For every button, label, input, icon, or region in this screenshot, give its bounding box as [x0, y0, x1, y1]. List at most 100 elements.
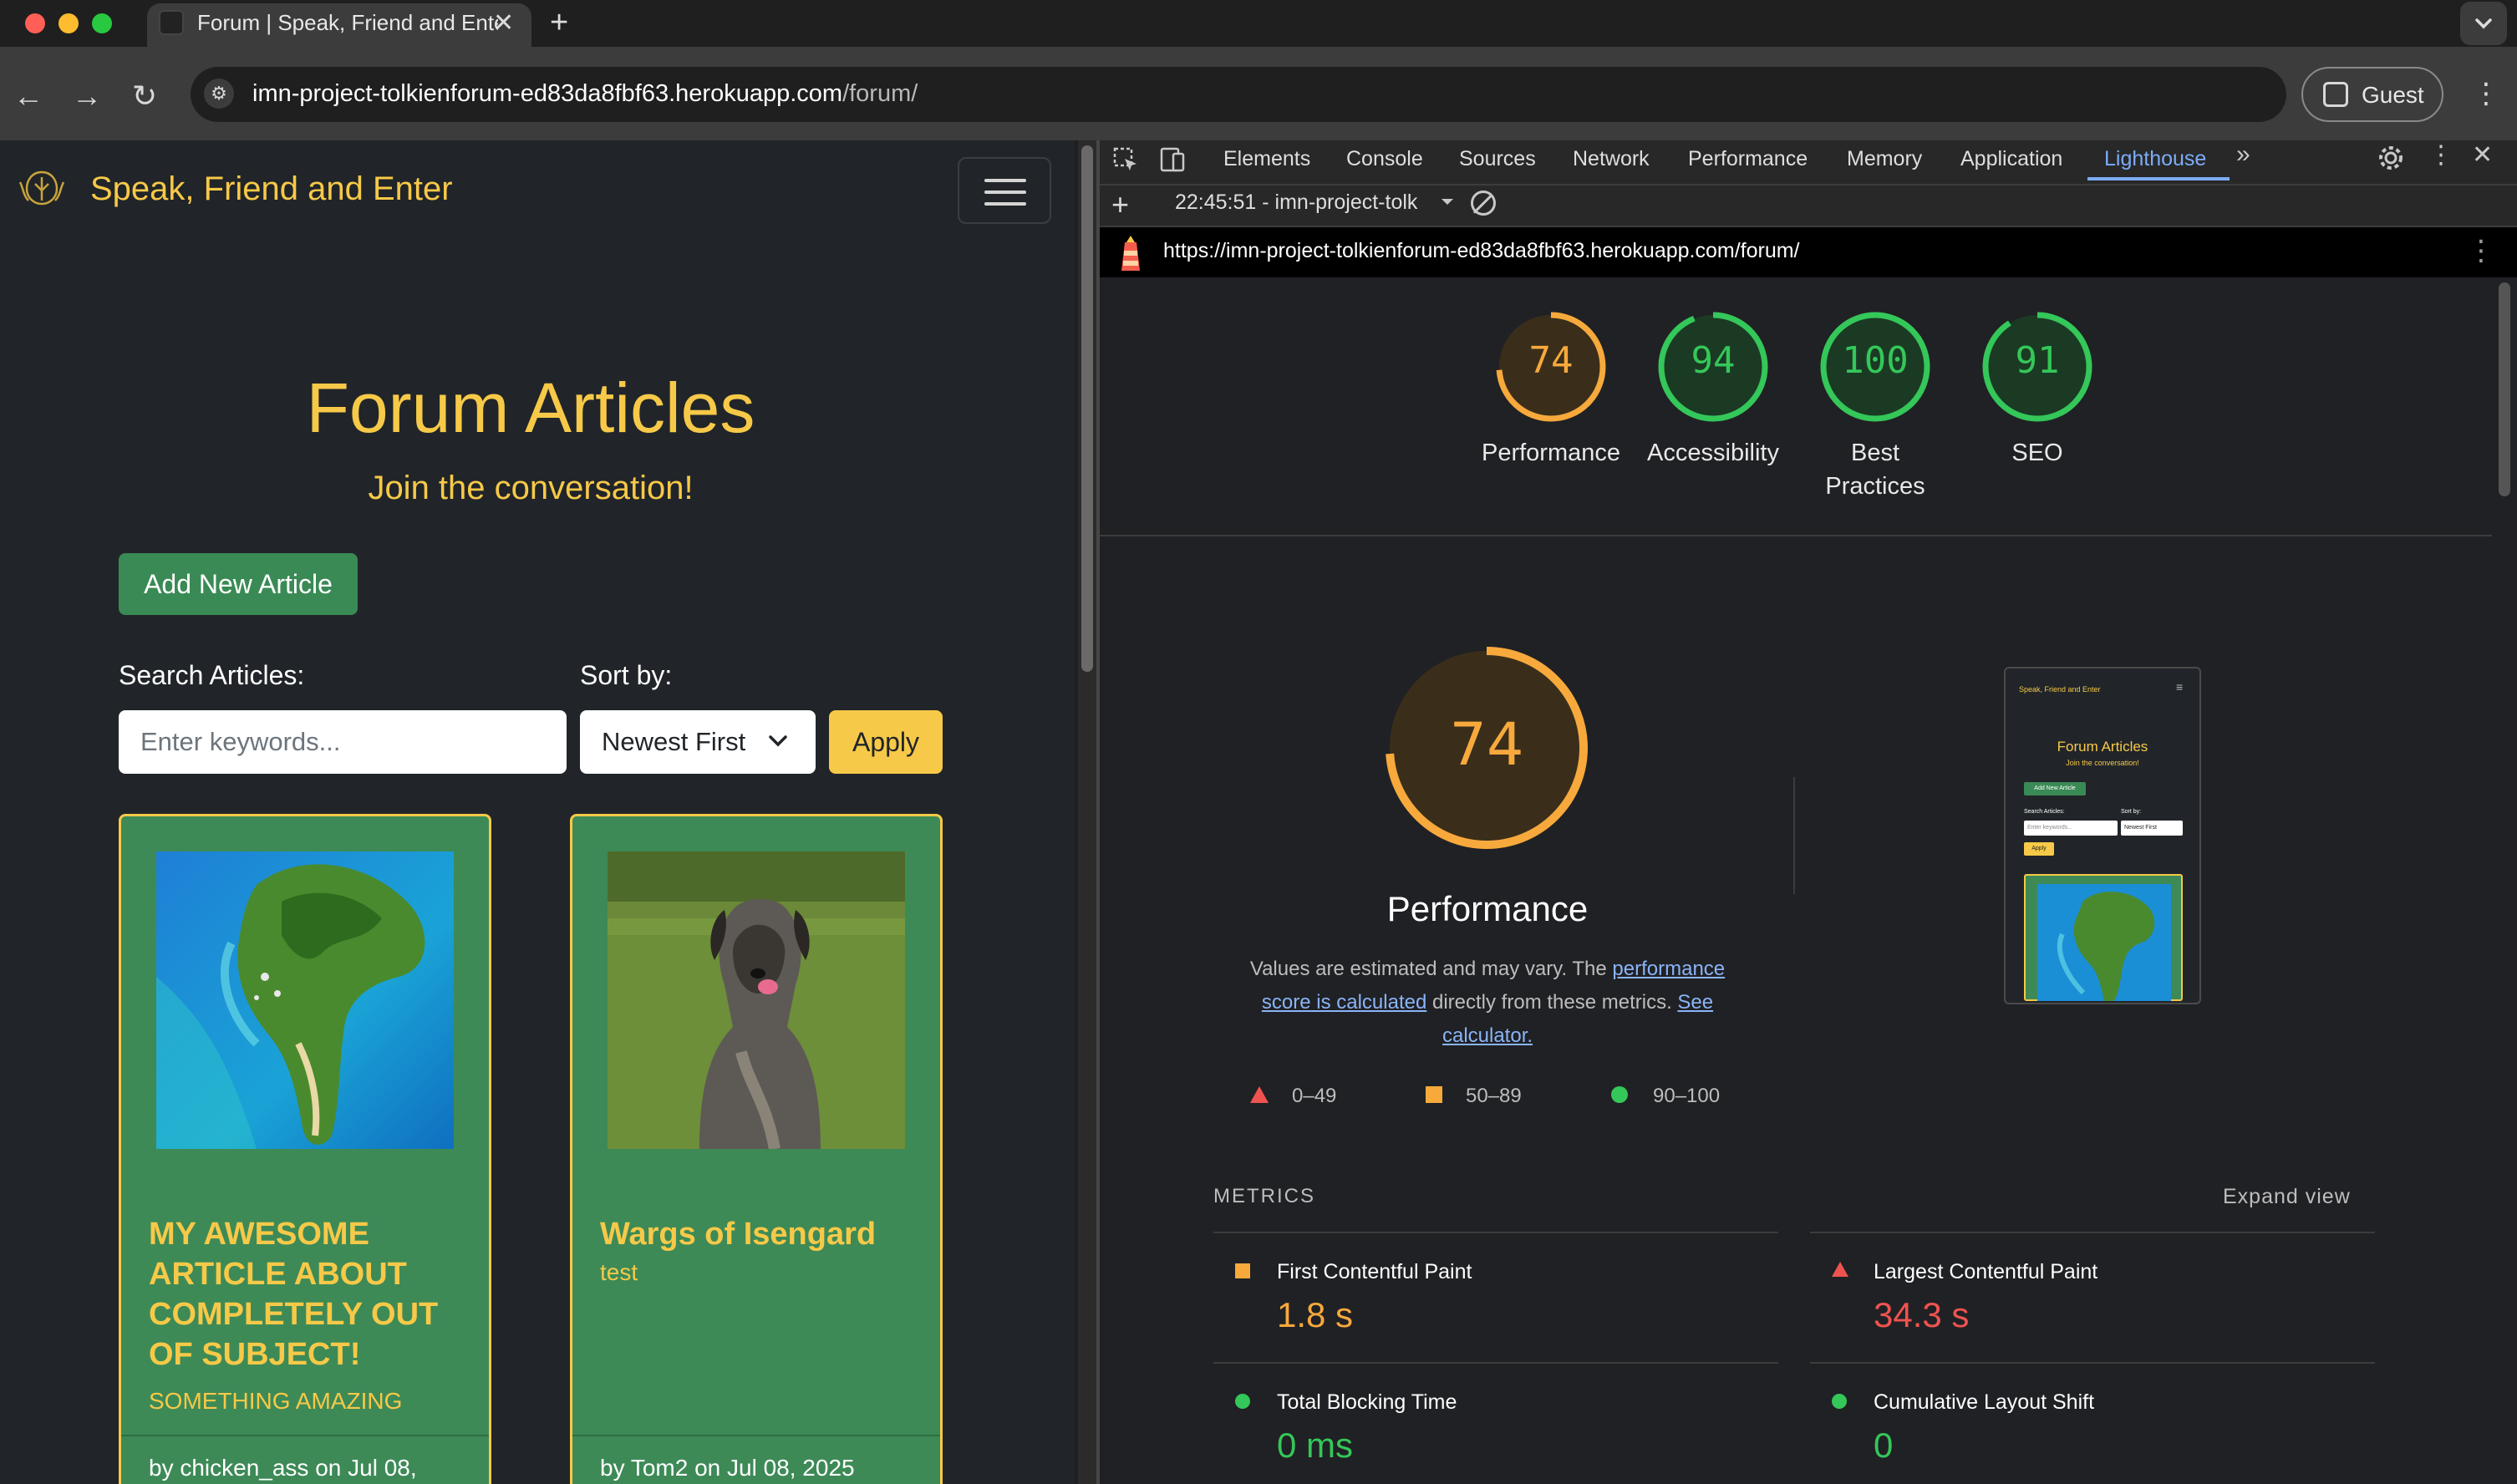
page-title: Forum Articles: [306, 368, 755, 447]
settings-gear-icon[interactable]: [2377, 144, 2405, 172]
clear-reports-icon[interactable]: [1471, 191, 1496, 216]
metric-name: First Contentful Paint: [1277, 1260, 1472, 1283]
search-input[interactable]: [119, 710, 567, 774]
audited-url[interactable]: https://imn-project-tolkienforum-ed83da8…: [1163, 239, 1800, 263]
more-tabs-icon[interactable]: »: [2236, 140, 2250, 169]
caret-down-icon[interactable]: [1439, 194, 1456, 211]
metric-divider: [1810, 1232, 2375, 1233]
chevron-down-icon: [2475, 18, 2492, 29]
profile-label: Guest: [2362, 82, 2424, 108]
score-value-seo: 91: [2015, 339, 2060, 382]
thumb-add-button: Add New Article: [2024, 782, 2086, 795]
thumb-search-input: Enter keywords...: [2024, 821, 2118, 836]
card-divider: [121, 1435, 489, 1436]
url-host: imn-project-tolkienforum-ed83da8fbf63.he…: [252, 80, 843, 107]
article-card[interactable]: MY AWESOME ARTICLE ABOUT COMPLETELY OUT …: [119, 814, 491, 1484]
report-menu-icon[interactable]: ⋮: [2467, 234, 2495, 267]
article-title[interactable]: Wargs of Isengard: [600, 1214, 918, 1254]
score-label-seo: SEO: [2011, 440, 2063, 466]
close-window-button[interactable]: [25, 13, 45, 33]
fail-triangle-icon: [1832, 1262, 1848, 1277]
report-selector[interactable]: 22:45:51 - imn-project-tolk: [1175, 191, 1417, 215]
metric-divider: [1213, 1362, 1778, 1364]
score-label-best-practices: Best Practices: [1825, 440, 1925, 500]
devtools-tab-network[interactable]: Network: [1573, 147, 1650, 171]
brand-logo-icon[interactable]: [17, 167, 67, 209]
back-icon[interactable]: ←: [13, 79, 43, 114]
article-subtitle: test: [600, 1259, 638, 1285]
article-byline: by chicken_ass on Jul 08,: [149, 1455, 417, 1481]
device-toolbar-icon[interactable]: [1157, 145, 1187, 174]
page-scrollbar-thumb[interactable]: [1081, 145, 1093, 672]
close-devtools-icon[interactable]: ✕: [2472, 140, 2493, 170]
metric-name: Total Blocking Time: [1277, 1390, 1457, 1414]
menu-toggle-button[interactable]: [958, 157, 1051, 224]
metric-value: 1.8 s: [1277, 1295, 1354, 1334]
active-tab-indicator: [2087, 177, 2230, 180]
site-info-icon[interactable]: ⚙: [204, 79, 234, 109]
devtools-tab-sources[interactable]: Sources: [1459, 147, 1536, 171]
tab-search-button[interactable]: [2460, 2, 2507, 45]
performance-score-value: 74: [1449, 710, 1524, 779]
metrics-heading: METRICS: [1213, 1185, 1315, 1207]
lighthouse-logo-icon: [1121, 236, 1140, 271]
forward-icon[interactable]: →: [72, 79, 102, 114]
score-label-performance: Performance: [1481, 440, 1620, 466]
devtools-tab-application[interactable]: Application: [1960, 147, 2062, 171]
devtools-tab-bar: [1100, 140, 2517, 186]
devtools-tab-console[interactable]: Console: [1346, 147, 1423, 171]
thumb-sort-select: Newest First: [2121, 821, 2183, 836]
thumb-title: Forum Articles: [2057, 739, 2148, 755]
card-divider: [572, 1435, 940, 1436]
devtools-menu-icon[interactable]: ⋮: [2428, 140, 2453, 170]
final-screenshot-thumbnail[interactable]: Speak, Friend and Enter ≡ Forum Articles…: [2004, 667, 2201, 1004]
add-article-button[interactable]: Add New Article: [119, 553, 358, 615]
average-square-icon: [1426, 1086, 1442, 1103]
chevron-down-icon: [769, 735, 787, 747]
minimize-window-button[interactable]: [58, 13, 79, 33]
devtools-tab-elements[interactable]: Elements: [1223, 147, 1310, 171]
thumb-apply-button: Apply: [2024, 842, 2054, 856]
article-card[interactable]: Wargs of Isengard test by Tom2 on Jul 08…: [570, 814, 943, 1484]
apply-button[interactable]: Apply: [829, 710, 943, 774]
metric-value: 0 ms: [1277, 1426, 1354, 1465]
article-title[interactable]: MY AWESOME ARTICLE ABOUT COMPLETELY OUT …: [149, 1214, 466, 1375]
fail-triangle-icon: [1250, 1086, 1269, 1103]
expand-view-button[interactable]: Expand view: [2223, 1185, 2351, 1209]
new-tab-icon[interactable]: +: [550, 5, 568, 41]
inspect-element-icon[interactable]: [1111, 145, 1140, 174]
brand-name[interactable]: Speak, Friend and Enter: [90, 170, 453, 208]
performance-description: Values are estimated and may vary. The p…: [1249, 958, 1726, 1047]
reload-icon[interactable]: ↻: [132, 79, 157, 114]
average-square-icon: [1235, 1263, 1250, 1278]
thumb-island-image: [2037, 884, 2171, 1001]
metric-value: 34.3 s: [1874, 1295, 1970, 1334]
score-value-accessibility: 94: [1691, 339, 1736, 382]
article-image-island[interactable]: [156, 851, 454, 1149]
metric-divider: [1213, 1232, 1778, 1233]
performance-title: Performance: [1386, 889, 1589, 928]
new-report-icon[interactable]: +: [1111, 187, 1129, 222]
maximize-window-button[interactable]: [92, 13, 112, 33]
report-scrollbar-thumb[interactable]: [2499, 282, 2510, 496]
metric-divider: [1810, 1362, 2375, 1364]
thumb-card: [2024, 874, 2183, 1001]
thumb-menu-icon: ≡: [2176, 680, 2184, 694]
search-label: Search Articles:: [119, 660, 305, 690]
metric-name: Cumulative Layout Shift: [1874, 1390, 2095, 1414]
vertical-divider: [1793, 777, 1795, 894]
thumb-search-label: Search Articles:: [2024, 809, 2065, 815]
article-subtitle: SOMETHING AMAZING: [149, 1388, 403, 1414]
article-byline: by Tom2 on Jul 08, 2025: [600, 1455, 855, 1481]
page-subtitle: Join the conversation!: [368, 470, 694, 506]
devtools-tab-performance[interactable]: Performance: [1688, 147, 1808, 171]
close-tab-icon[interactable]: ✕: [493, 8, 514, 38]
sort-value: Newest First: [602, 727, 746, 756]
url-text[interactable]: imn-project-tolkienforum-ed83da8fbf63.he…: [252, 80, 918, 108]
menu-icon[interactable]: ⋮: [2472, 77, 2500, 110]
url-path: /forum/: [842, 80, 918, 107]
article-image-dog[interactable]: [608, 851, 905, 1149]
devtools-tab-memory[interactable]: Memory: [1847, 147, 1922, 171]
score-value-performance: 74: [1528, 339, 1574, 382]
devtools-tab-lighthouse[interactable]: Lighthouse: [2104, 147, 2206, 171]
